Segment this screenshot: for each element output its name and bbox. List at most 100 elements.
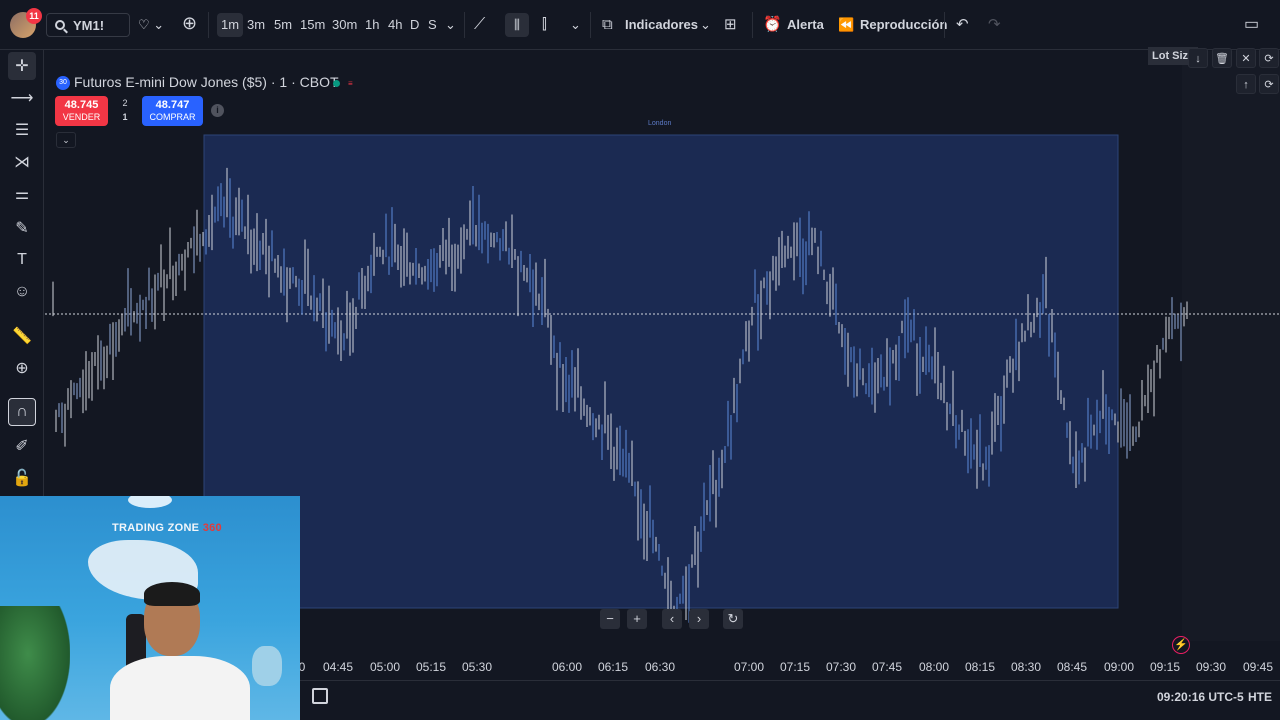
trash-icon[interactable]: 🗑 [1212,48,1232,68]
spread-bottom: 1 [122,112,128,122]
sell-button[interactable]: 48.745 VENDER [55,96,108,126]
undo-icon[interactable]: ↶ [956,13,969,37]
collapse-legend-icon[interactable]: ⌄ [56,132,76,148]
layouts-icon[interactable]: ⊞ [724,13,737,37]
timeframe-1h[interactable]: 1h [361,13,383,37]
arrow-up-icon[interactable]: ↑ [1236,74,1256,94]
lock-draw-icon[interactable]: ✐ [8,432,36,460]
timeframe-15m[interactable]: 15m [296,13,329,37]
lock-icon[interactable]: 🔓 [8,464,36,492]
bar-chart-icon[interactable]: ⫼ [505,13,529,37]
symbol-label: YM1! [73,17,105,33]
chart-type-dropdown-icon[interactable]: ⌄ [570,13,581,37]
zoom-in-button[interactable]: + [627,609,647,629]
trend-line-icon[interactable]: ⟶ [8,84,36,112]
crosshair-icon[interactable]: ✛ [8,52,36,80]
timeframe-5m[interactable]: 5m [270,13,296,37]
timeframe-d[interactable]: D [406,13,423,37]
alert-button[interactable]: Alerta [787,13,824,37]
buy-button[interactable]: 48.747 COMPRAR [142,96,203,126]
time-tick: 07:30 [825,660,857,674]
indicators-icon[interactable]: ⧉ [602,13,613,37]
fullscreen-icon[interactable]: ▭ [1244,13,1259,37]
time-tick: 09:45 [1242,660,1274,674]
timeframe-4h[interactable]: 4h [384,13,406,37]
clock-display[interactable]: 09:20:16 UTC-5 [1157,690,1244,704]
zoom-icon[interactable]: ⊕ [8,354,36,382]
time-tick: 09:00 [1103,660,1135,674]
sync-icon[interactable]: ⟳ [1259,74,1279,94]
presenter-shirt [110,656,250,720]
time-tick: 06:15 [597,660,629,674]
spread-top: 2 [122,98,128,108]
plant [0,606,70,720]
timeframe-30m[interactable]: 30m [328,13,361,37]
ruler-icon[interactable]: 📏 [8,322,36,350]
brand-logo-text: TRADING ZONE [112,522,200,534]
text-icon[interactable]: T [8,246,36,274]
info-icon[interactable]: i [211,104,224,117]
timeframe-s[interactable]: S [424,13,441,37]
replay-icon[interactable]: ⏪ [838,13,854,37]
time-tick: 08:15 [964,660,996,674]
calendar-icon[interactable] [312,688,328,704]
refresh-icon[interactable]: ⟳ [1259,48,1279,68]
indicators-button[interactable]: Indicadores [625,13,698,37]
chart-title[interactable]: Futuros E-mini Dow Jones ($5) · 1 · CBOT [74,74,339,90]
add-symbol-icon[interactable]: ⊕ [182,11,197,35]
arrow-down-icon[interactable]: ↓ [1188,48,1208,68]
brush-icon[interactable]: ✎ [8,214,36,242]
divider [752,12,753,38]
time-tick: 07:45 [871,660,903,674]
time-tick: 07:00 [733,660,765,674]
scroll-right-button[interactable]: › [689,609,709,629]
vase [252,646,282,686]
line-chart-icon[interactable]: ⟋ [474,13,485,37]
time-tick: 04:45 [322,660,354,674]
favorite-icon[interactable]: ♡ ⌄ [138,13,164,37]
time-tick: 07:15 [779,660,811,674]
notification-badge: 11 [26,8,42,24]
timeframe-dropdown-icon[interactable]: ⌄ [445,13,456,37]
exchange-badge: 30 [56,76,70,90]
fib-icon[interactable]: ☰ [8,116,36,144]
divider [464,12,465,38]
london-session-box [203,134,1119,609]
symbol-search[interactable]: YM1! [46,13,130,37]
divider [208,12,209,38]
alert-icon[interactable]: ⏰ [763,13,782,37]
candles-icon[interactable]: ⫿ [542,13,547,37]
flash-icon[interactable]: ⚡ [1172,636,1190,654]
replay-button[interactable]: Reproducción [860,13,947,37]
market-open-indicator [333,80,340,87]
timeframe-3m[interactable]: 3m [243,13,269,37]
scroll-left-button[interactable]: ‹ [662,609,682,629]
zoom-out-button[interactable]: − [600,609,620,629]
timeframe-1m[interactable]: 1m [217,13,244,37]
presenter-hair [144,582,200,606]
magnet-icon[interactable]: ∩ [8,398,36,426]
data-status-icon: ≡ [348,79,353,88]
forecast-icon[interactable]: ⚌ [8,180,36,208]
close-icon[interactable]: ✕ [1236,48,1256,68]
divider [590,12,591,38]
time-tick: 06:30 [644,660,676,674]
time-tick: 09:30 [1195,660,1227,674]
search-icon [55,20,65,30]
redo-icon[interactable]: ↷ [988,13,1001,37]
time-tick: 08:45 [1056,660,1088,674]
divider [944,12,945,38]
ceiling-lamp [128,496,172,508]
emoji-icon[interactable]: ☺ [8,278,36,306]
indicators-dropdown-icon[interactable]: ⌄ [700,13,711,37]
pattern-icon[interactable]: ⋊ [8,148,36,176]
price-pane-right [1182,51,1280,641]
buy-price: 48.747 [155,99,190,111]
sell-price: 48.745 [64,99,99,111]
time-tick: 06:00 [551,660,583,674]
spread-indicator: 2 1 [118,96,132,124]
reset-chart-button[interactable]: ↻ [723,609,743,629]
buy-label: COMPRAR [149,112,196,122]
time-tick: 05:00 [369,660,401,674]
session-selector[interactable]: HTE [1248,690,1272,704]
